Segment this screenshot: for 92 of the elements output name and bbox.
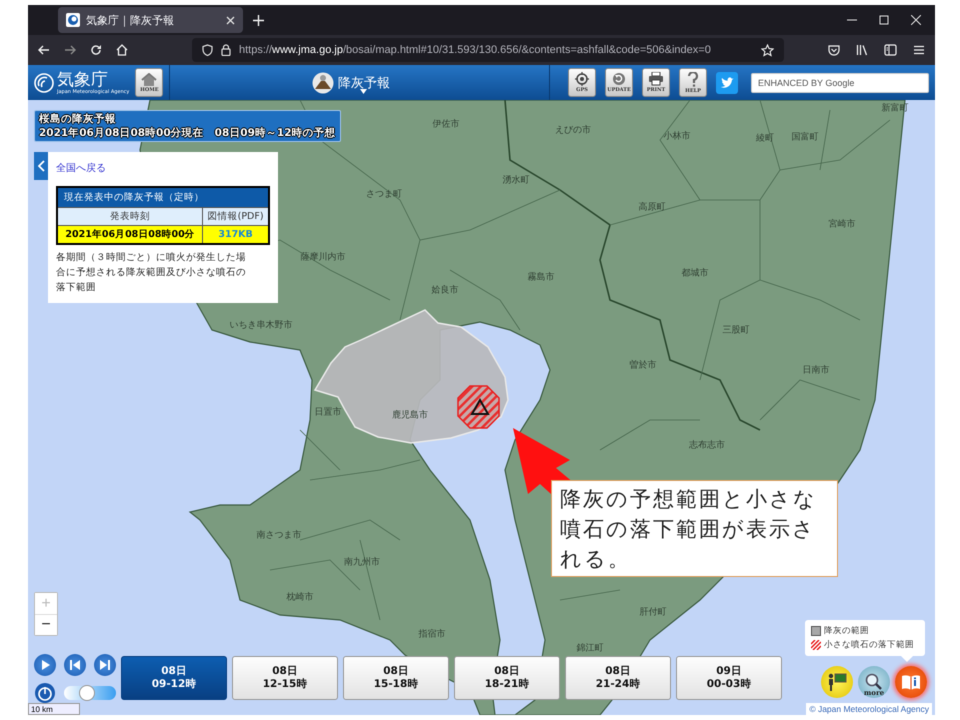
reload-icon[interactable] [90,44,102,56]
zoom-out-button[interactable]: − [35,614,57,635]
maximize-icon[interactable] [879,15,889,25]
book-icon [901,674,921,690]
skip-back-icon [70,660,80,670]
search-field[interactable]: ENHANCED BY Google [751,72,929,92]
place-label: 日置市 [314,406,342,418]
speed-slider[interactable] [64,686,116,700]
place-label: 三股町 [722,324,750,336]
place-label: 姶良市 [432,284,458,296]
forecast-title: 桜島の降灰予報 [39,112,117,126]
place-label: 日南市 [802,364,830,376]
place-label: 志布志市 [689,439,725,452]
place-label: えびの市 [555,124,591,136]
refresh-icon [612,72,626,86]
hatch-swatch-icon [811,640,821,650]
ash-swatch-icon [811,626,821,636]
printer-icon [648,72,664,86]
time-slot-tab[interactable]: 08日 12-15時 [232,656,338,700]
place-label: さつま町 [366,188,402,200]
place-label: 高原町 [638,201,666,214]
forward-arrow-icon[interactable] [64,44,76,56]
place-label: 綾町 [756,132,774,144]
menu-icon[interactable] [913,44,925,56]
product-menu[interactable]: 降灰予報 [338,74,390,92]
scale-bar: 10 km [28,703,80,715]
column-header: 図情報(PDF) [202,208,269,226]
site-logo-icon [66,13,80,27]
play-icon [40,660,50,670]
home-icon[interactable] [116,44,128,56]
time-slot-tab[interactable]: 08日 21-24時 [565,656,671,700]
place-label: 南さつま市 [256,529,302,542]
place-label: 伊佐市 [432,118,460,130]
legend-label: 降灰の範囲 [824,625,869,637]
lock-icon [221,44,231,56]
star-icon[interactable] [761,44,774,56]
place-label: 新富町 [882,102,908,114]
shield-icon [202,44,213,56]
address-bar[interactable]: https://www.jma.go.jp/bosai/map.html#10/31.593/130.656/&contents=ashfall&code=506&index=0 [192,38,784,62]
presenter-icon [827,673,847,691]
collapse-panel-button[interactable] [34,152,48,180]
time-slot-tab[interactable]: 09日 00-03時 [676,656,782,700]
house-icon [141,72,158,86]
place-label: 宮崎市 [828,218,856,230]
crosshair-icon [575,72,589,86]
time-slot-tab[interactable]: 08日 09-12時 [121,656,227,700]
place-label: 錦江町 [576,642,604,654]
bird-icon[interactable] [716,72,738,94]
place-label: 曽於市 [630,359,656,372]
place-label: 都城市 [682,267,708,280]
place-label: 国富町 [792,131,818,144]
place-label: 南九州市 [344,556,380,568]
place-label: 鹿児島市 [392,409,428,422]
caret-icon[interactable] [360,89,368,94]
agency-logo-icon [34,72,54,92]
close-icon[interactable] [911,15,921,25]
agency-name: 気象庁 [57,70,108,88]
legend-label: 小さな噴石の落下範囲 [824,639,914,651]
volcano-icon [470,398,490,415]
slider-thumb[interactable] [79,685,96,701]
time-slot-tab[interactable]: 08日 15-18時 [343,656,449,700]
plus-icon[interactable] [253,14,264,26]
place-label: 湧水町 [502,174,530,186]
back-link[interactable]: 全国へ戻る [56,161,106,175]
place-label: 肝付町 [640,606,666,618]
forecast-subtitle: 2021年06月08日08時00分現在 08日09時～12時の予想 [39,126,336,140]
column-header: 発表時刻 [57,208,203,226]
volcano-icon [312,72,334,94]
skip-forward-icon [100,660,110,670]
chevron-left-icon [38,160,44,172]
sidebar-icon[interactable] [884,44,897,56]
table-cell: 2021年06月08日08時00分 [57,226,203,244]
back-arrow-icon[interactable] [38,44,50,56]
place-label: 小林市 [664,130,690,142]
pocket-icon[interactable] [828,44,840,56]
browser-tab[interactable]: 気象庁｜降灰予報 [58,7,243,33]
magnifier-icon [865,673,883,691]
question-icon [687,72,699,86]
close-icon[interactable] [226,16,235,24]
library-icon[interactable] [856,44,868,56]
copyright-text: © Japan Meteorological Agency [806,703,932,715]
place-label: 霧島市 [528,271,554,284]
callout-box: 降灰の予想範囲と小さな噴石の落下範囲が表示される。 [551,480,838,577]
description-text: 各期間（３時間ごと）に噴火が発生した場合に予想される降灰範囲及び小さな噴石の落下範囲 [56,251,246,295]
ballistic-zone [457,385,500,429]
place-label: 指宿市 [418,628,446,640]
time-slot-tab[interactable]: 08日 18-21時 [454,656,560,700]
place-label: いちき串木野市 [230,319,292,332]
place-label: 枕崎市 [286,591,314,604]
pdf-link[interactable]: 317KB [202,226,269,244]
place-label: 薩摩川内市 [300,251,346,264]
table-caption: 現在発表中の降灰予報（定時） [57,187,269,208]
